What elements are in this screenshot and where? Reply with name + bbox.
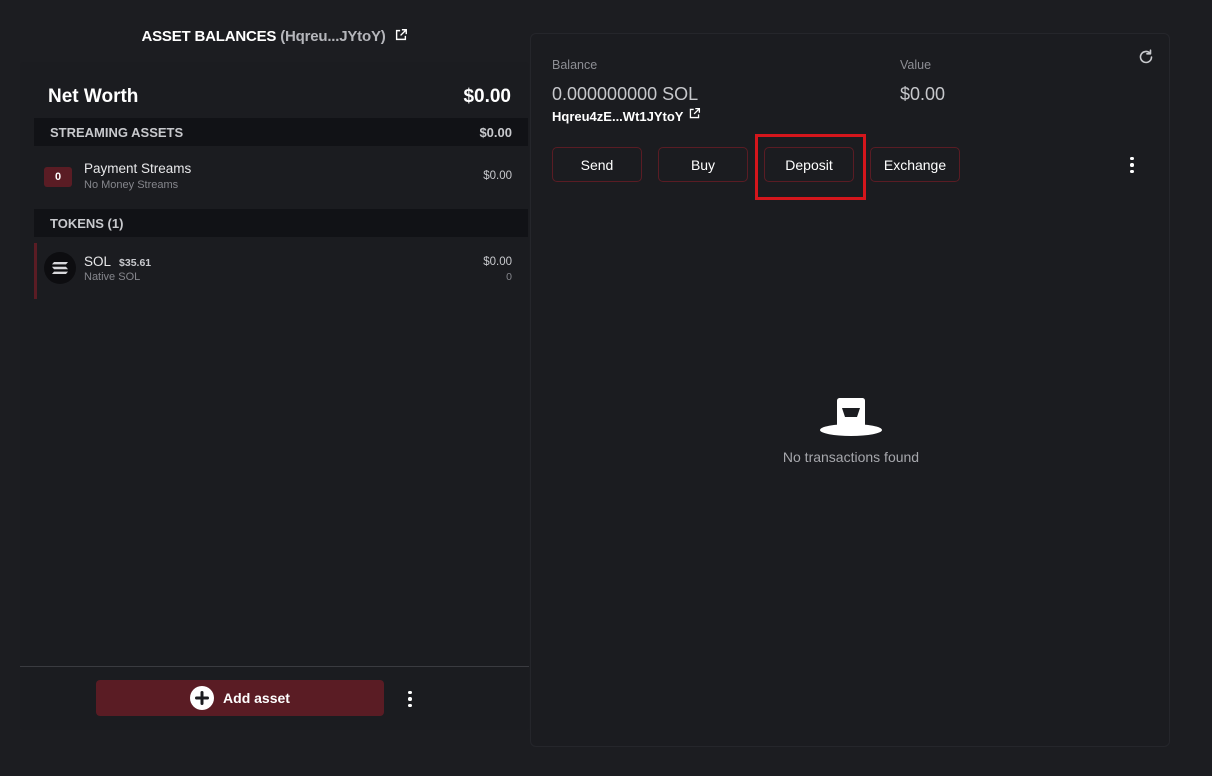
exchange-button[interactable]: Exchange xyxy=(870,147,960,182)
add-asset-button[interactable]: Add asset xyxy=(96,680,384,716)
net-worth-label: Net Worth xyxy=(48,86,139,107)
token-title: SOL $35.61 xyxy=(84,254,151,269)
token-symbol: SOL xyxy=(84,254,112,269)
solana-icon xyxy=(44,252,76,284)
streaming-assets-section: STREAMING ASSETS $0.00 xyxy=(34,118,528,146)
payment-streams-amount: $0.00 xyxy=(483,170,512,182)
payment-streams-subtitle: No Money Streams xyxy=(84,179,179,191)
empty-inbox-icon xyxy=(820,398,882,436)
value-label: Value xyxy=(900,58,932,72)
payment-streams-item[interactable]: 0 Payment Streams No Money Streams $0.00 xyxy=(34,154,528,200)
buy-button[interactable]: Buy xyxy=(658,147,748,182)
more-actions-icon[interactable] xyxy=(1124,154,1140,176)
token-price: $35.61 xyxy=(119,257,152,269)
asset-list-panel: Net Worth $0.00 STREAMING ASSETS $0.00 0… xyxy=(20,62,529,730)
asset-balances-title: ASSET BALANCES xyxy=(141,28,277,45)
token-name: Native SOL xyxy=(84,271,141,283)
external-link-icon[interactable] xyxy=(688,107,701,120)
deposit-highlight-box xyxy=(755,134,866,200)
payment-streams-title: Payment Streams xyxy=(84,161,192,176)
token-value: $0.00 xyxy=(483,256,512,268)
add-asset-label: Add asset xyxy=(223,690,290,706)
empty-transactions: No transactions found xyxy=(751,394,951,465)
send-button[interactable]: Send xyxy=(552,147,642,182)
stream-count-badge: 0 xyxy=(44,167,72,187)
asset-list-footer: Add asset xyxy=(20,666,529,730)
plus-circle-icon xyxy=(190,686,215,710)
empty-transactions-message: No transactions found xyxy=(782,449,920,465)
streaming-assets-total: $0.00 xyxy=(479,124,512,140)
tokens-section: TOKENS (1) xyxy=(34,209,528,237)
streaming-assets-label: STREAMING ASSETS xyxy=(50,124,184,140)
net-worth-value: $0.00 xyxy=(463,86,511,107)
token-row-sol[interactable]: SOL $35.61 Native SOL $0.00 0 xyxy=(34,243,528,299)
wallet-address[interactable]: Hqreu4zE...Wt1JYtoY xyxy=(552,107,701,124)
balance-label: Balance xyxy=(552,58,598,72)
asset-balances-header: ASSET BALANCES (Hqreu...JYtoY) xyxy=(20,28,529,50)
token-amount: 0 xyxy=(506,271,512,283)
external-link-icon[interactable] xyxy=(394,28,408,42)
account-detail-panel: Balance 0.000000000 SOL Value $0.00 Hqre… xyxy=(530,33,1170,747)
tokens-label: TOKENS (1) xyxy=(50,215,124,231)
account-short-address: (Hqreu...JYtoY) xyxy=(280,28,386,45)
value-amount: $0.00 xyxy=(900,84,946,104)
net-worth-row: Net Worth $0.00 xyxy=(48,84,511,110)
balance-value: 0.000000000 SOL xyxy=(552,84,699,104)
refresh-icon[interactable] xyxy=(1137,48,1155,66)
more-options-icon[interactable] xyxy=(402,688,418,710)
wallet-address-text: Hqreu4zE...Wt1JYtoY xyxy=(552,109,684,124)
